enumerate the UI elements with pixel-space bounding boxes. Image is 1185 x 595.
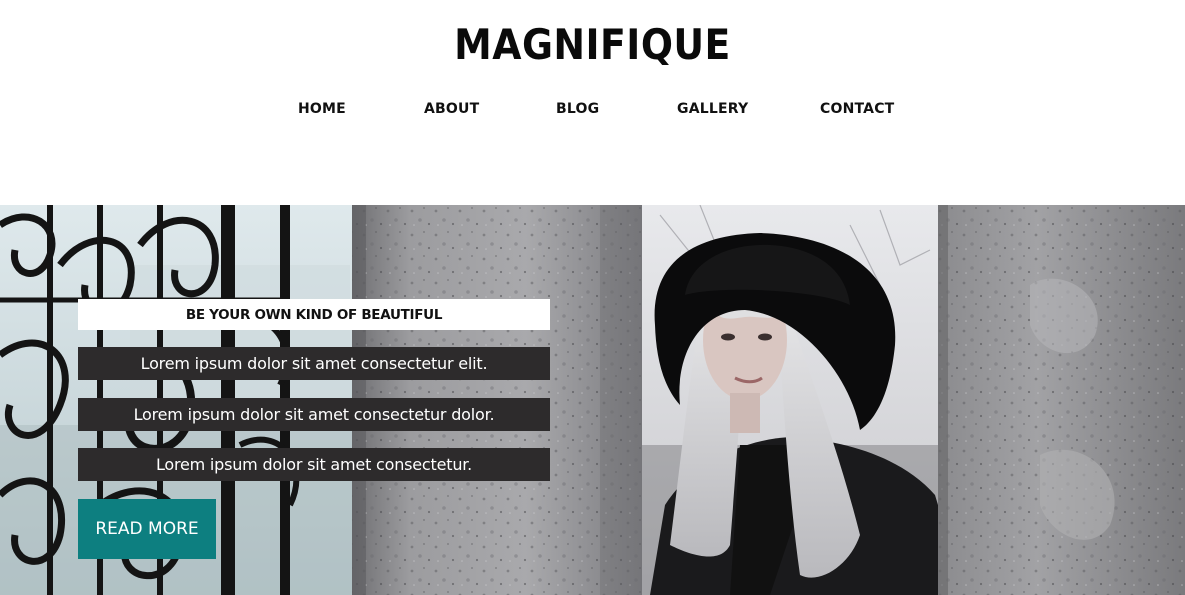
hero-text-line: Lorem ipsum dolor sit amet consectetur d… [78,398,550,431]
nav-item-contact[interactable]: CONTACT [820,101,894,117]
hero-text-line: Lorem ipsum dolor sit amet consectetur. [78,448,550,481]
hero-tagline: BE YOUR OWN KIND OF BEAUTIFUL [78,299,550,330]
site-logo[interactable]: MAGNIFIQUE [59,20,1126,69]
hero-text-line: Lorem ipsum dolor sit amet consectetur e… [78,347,550,380]
nav-item-blog[interactable]: BLOG [556,101,599,117]
site-header: MAGNIFIQUE HOME ABOUT BLOG GALLERY CONTA… [0,0,1185,205]
main-nav: HOME ABOUT BLOG GALLERY CONTACT [0,101,1185,125]
nav-item-gallery[interactable]: GALLERY [677,101,748,117]
read-more-button[interactable]: READ MORE [78,499,216,559]
nav-item-about[interactable]: ABOUT [424,101,479,117]
nav-item-home[interactable]: HOME [298,101,346,117]
